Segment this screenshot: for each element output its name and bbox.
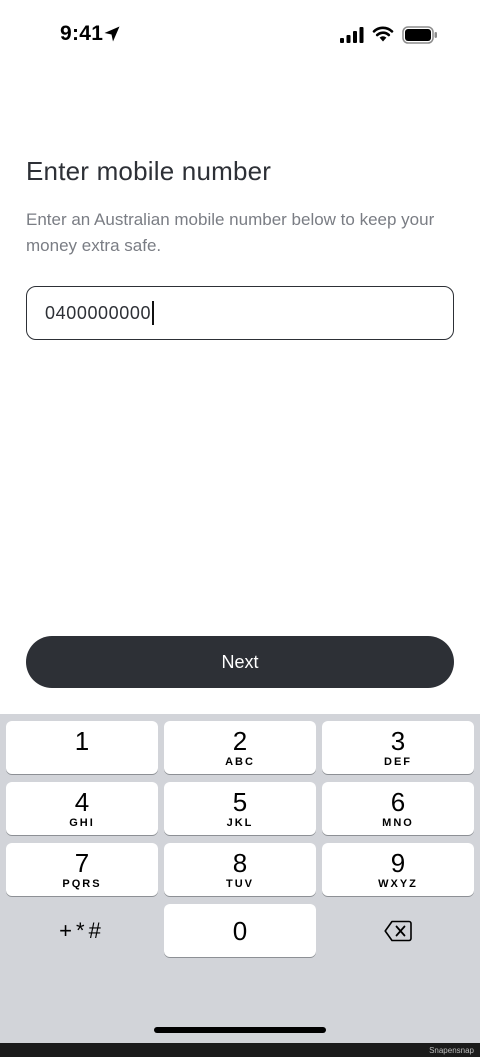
key-4[interactable]: 4 GHI — [6, 782, 158, 835]
battery-icon — [402, 26, 437, 44]
cellular-signal-icon — [340, 27, 364, 43]
key-6[interactable]: 6 MNO — [322, 782, 474, 835]
key-letters: JKL — [226, 816, 254, 829]
delete-backspace-icon — [384, 920, 412, 941]
text-caret — [152, 301, 155, 325]
key-digit: 4 — [74, 786, 90, 817]
key-3[interactable]: 3 DEF — [322, 721, 474, 774]
watermark: Snapensnap — [429, 1046, 474, 1055]
key-digit: 8 — [232, 847, 248, 878]
key-0[interactable]: 0 — [164, 904, 316, 957]
key-digit: 6 — [390, 786, 406, 817]
key-1[interactable]: 1 — [6, 721, 158, 774]
key-digit: 5 — [232, 786, 248, 817]
symbols-label: +*# — [59, 917, 105, 943]
delete-key[interactable] — [322, 904, 474, 957]
key-symbols[interactable]: +*# — [6, 904, 158, 957]
home-indicator[interactable] — [154, 1027, 326, 1033]
status-bar: 9:41 — [0, 0, 480, 70]
key-digit: 3 — [390, 725, 406, 756]
key-7[interactable]: 7 PQRS — [6, 843, 158, 896]
key-letters: MNO — [382, 816, 414, 829]
location-arrow-icon — [104, 26, 120, 42]
key-5[interactable]: 5 JKL — [164, 782, 316, 835]
next-button[interactable]: Next — [26, 636, 454, 688]
key-letters: DEF — [384, 755, 412, 768]
mobile-number-value: 0400000000 — [45, 302, 152, 323]
key-8[interactable]: 8 TUV — [164, 843, 316, 896]
key-letters: TUV — [226, 877, 254, 890]
key-digit: 0 — [232, 915, 248, 946]
key-digit: 1 — [74, 725, 90, 756]
wifi-icon — [372, 26, 394, 42]
bottom-strip: Snapensnap — [0, 1043, 480, 1057]
key-2[interactable]: 2 ABC — [164, 721, 316, 774]
key-letters: ABC — [225, 755, 255, 768]
key-9[interactable]: 9 WXYZ — [322, 843, 474, 896]
page-title: Enter mobile number — [26, 156, 272, 186]
status-time: 9:41 — [60, 22, 104, 45]
key-digit: 2 — [232, 725, 248, 756]
key-digit: 9 — [390, 847, 406, 878]
key-letters: WXYZ — [378, 877, 418, 890]
page-description: Enter an Australian mobile number below … — [26, 210, 435, 255]
key-letters: PQRS — [62, 877, 102, 890]
numeric-keypad: 1 2 ABC 3 DEF 4 GHI 5 JKL 6 MNO 7 PQRS 8… — [0, 714, 480, 1043]
key-digit: 7 — [74, 847, 90, 878]
mobile-number-input[interactable]: 0400000000 — [26, 286, 454, 340]
key-letters: GHI — [69, 816, 95, 829]
